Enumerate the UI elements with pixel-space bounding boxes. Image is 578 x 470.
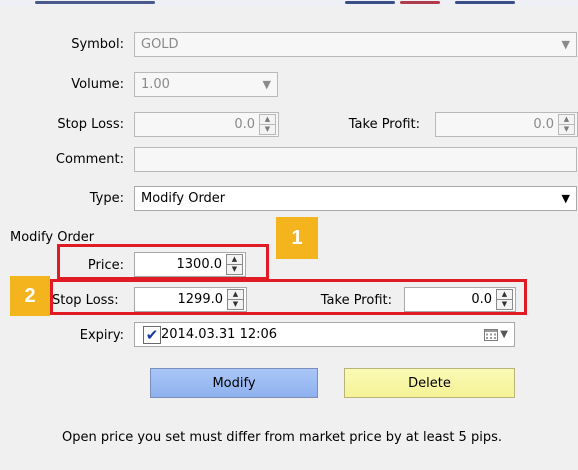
- stop-loss-input[interactable]: 0.0 ▲ ▼: [134, 112, 279, 137]
- symbol-label: Symbol:: [71, 37, 124, 52]
- stop-loss-value: 0.0: [234, 117, 255, 132]
- comment-input[interactable]: [134, 147, 577, 172]
- modify-order-section-label: Modify Order: [10, 230, 95, 245]
- chevron-down-icon: ▼: [561, 192, 570, 205]
- type-select[interactable]: Modify Order ▼: [134, 186, 577, 211]
- expiry-label: Expiry:: [79, 328, 124, 343]
- stop-loss-spinner[interactable]: ▲ ▼: [259, 114, 276, 135]
- stop-take-highlight-box: [50, 279, 527, 315]
- volume-select[interactable]: 1.00 ▼: [134, 72, 278, 97]
- type-label: Type:: [89, 191, 124, 206]
- modify-button[interactable]: Modify: [150, 368, 318, 398]
- price-highlight-box: [57, 244, 269, 280]
- expiry-datetime-input[interactable]: 2014.03.31 12:06 ▼: [134, 322, 515, 347]
- volume-label: Volume:: [71, 77, 124, 92]
- comment-label: Comment:: [55, 152, 124, 167]
- volume-value: 1.00: [141, 77, 170, 92]
- take-profit-value: 0.0: [533, 117, 554, 132]
- chevron-down-icon: ▼: [561, 38, 570, 51]
- take-profit-label: Take Profit:: [348, 117, 420, 132]
- take-profit-spinner[interactable]: ▲ ▼: [558, 114, 575, 135]
- step-badge-2: 2: [10, 276, 50, 316]
- step-badge-1: 1: [276, 217, 318, 259]
- symbol-value: GOLD: [141, 37, 179, 52]
- checkmark-icon: ✔: [145, 326, 159, 344]
- chevron-down-icon: ▼: [262, 78, 271, 91]
- expiry-value: 2014.03.31 12:06: [161, 327, 278, 342]
- info-text: Open price you set must differ from mark…: [62, 430, 502, 445]
- calendar-icon[interactable]: ▼: [484, 328, 508, 341]
- take-profit-input[interactable]: 0.0 ▲ ▼: [435, 112, 578, 137]
- type-value: Modify Order: [141, 191, 226, 206]
- stop-loss-label: Stop Loss:: [57, 117, 124, 132]
- delete-button[interactable]: Delete: [344, 368, 515, 398]
- window-top-strip: [0, 0, 578, 6]
- expiry-checkbox[interactable]: ✔: [143, 326, 161, 344]
- symbol-select[interactable]: GOLD ▼: [134, 32, 577, 57]
